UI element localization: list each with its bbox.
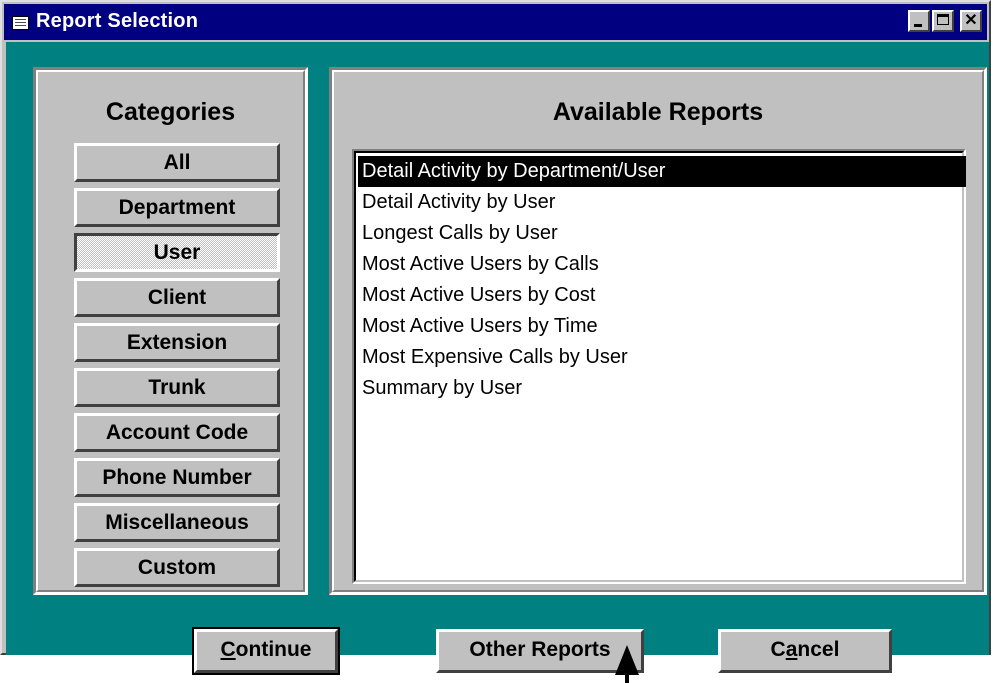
categories-panel: Categories All Department User Client Extens… bbox=[33, 67, 308, 595]
cancel-mnemonic: a bbox=[785, 638, 798, 661]
form-client-area: Categories All Department User Client Extens… bbox=[6, 42, 989, 675]
report-list-item[interactable]: Summary by User bbox=[358, 373, 966, 404]
other-reports-button[interactable]: Other Reports bbox=[436, 629, 644, 673]
category-button-client[interactable]: Client bbox=[74, 278, 280, 317]
cancel-label-start: C bbox=[770, 638, 786, 661]
category-button-miscellaneous[interactable]: Miscellaneous bbox=[74, 503, 280, 542]
report-list-item[interactable]: Most Expensive Calls by User bbox=[358, 342, 966, 373]
reports-listbox[interactable]: Detail Activity by Department/User Detail… bbox=[352, 149, 966, 584]
report-list-item[interactable]: Longest Calls by User bbox=[358, 218, 966, 249]
close-button[interactable]: ✕ bbox=[960, 10, 982, 32]
category-button-all[interactable]: All bbox=[74, 143, 280, 182]
minimize-button[interactable] bbox=[908, 10, 930, 32]
callout-arrow-stem bbox=[625, 673, 629, 683]
continue-label: ontinue bbox=[235, 638, 312, 661]
categories-heading: Categories bbox=[105, 98, 236, 126]
category-button-custom[interactable]: Custom bbox=[74, 548, 280, 587]
available-reports-heading: Available Reports bbox=[552, 98, 764, 126]
cancel-button[interactable]: Cancel bbox=[718, 629, 892, 673]
report-list-item[interactable]: Most Active Users by Calls bbox=[358, 249, 966, 280]
report-list-item[interactable]: Detail Activity by User bbox=[358, 187, 966, 218]
maximize-button[interactable] bbox=[932, 10, 954, 32]
available-reports-panel: Available Reports Detail Activity by Dep… bbox=[329, 67, 987, 595]
callout-arrow-icon bbox=[615, 645, 639, 675]
form-icon[interactable] bbox=[12, 16, 29, 30]
category-button-trunk[interactable]: Trunk bbox=[74, 368, 280, 407]
category-button-user[interactable]: User bbox=[74, 233, 280, 272]
continue-mnemonic: C bbox=[220, 638, 236, 661]
category-button-account-code[interactable]: Account Code bbox=[74, 413, 280, 452]
report-list-item[interactable]: Most Active Users by Time bbox=[358, 311, 966, 342]
window-title: Report Selection bbox=[36, 10, 199, 32]
cancel-label-rest: ncel bbox=[797, 638, 840, 661]
report-selection-window: Report Selection ✕ Categories All Departm… bbox=[0, 0, 991, 675]
category-button-extension[interactable]: Extension bbox=[74, 323, 280, 362]
continue-button[interactable]: Continue bbox=[192, 627, 340, 675]
report-list-item[interactable]: Most Active Users by Cost bbox=[358, 280, 966, 311]
title-bar[interactable]: Report Selection ✕ bbox=[4, 4, 987, 40]
category-button-department[interactable]: Department bbox=[74, 188, 280, 227]
report-list-item[interactable]: Detail Activity by Department/User bbox=[358, 156, 966, 187]
category-button-phone-number[interactable]: Phone Number bbox=[74, 458, 280, 497]
